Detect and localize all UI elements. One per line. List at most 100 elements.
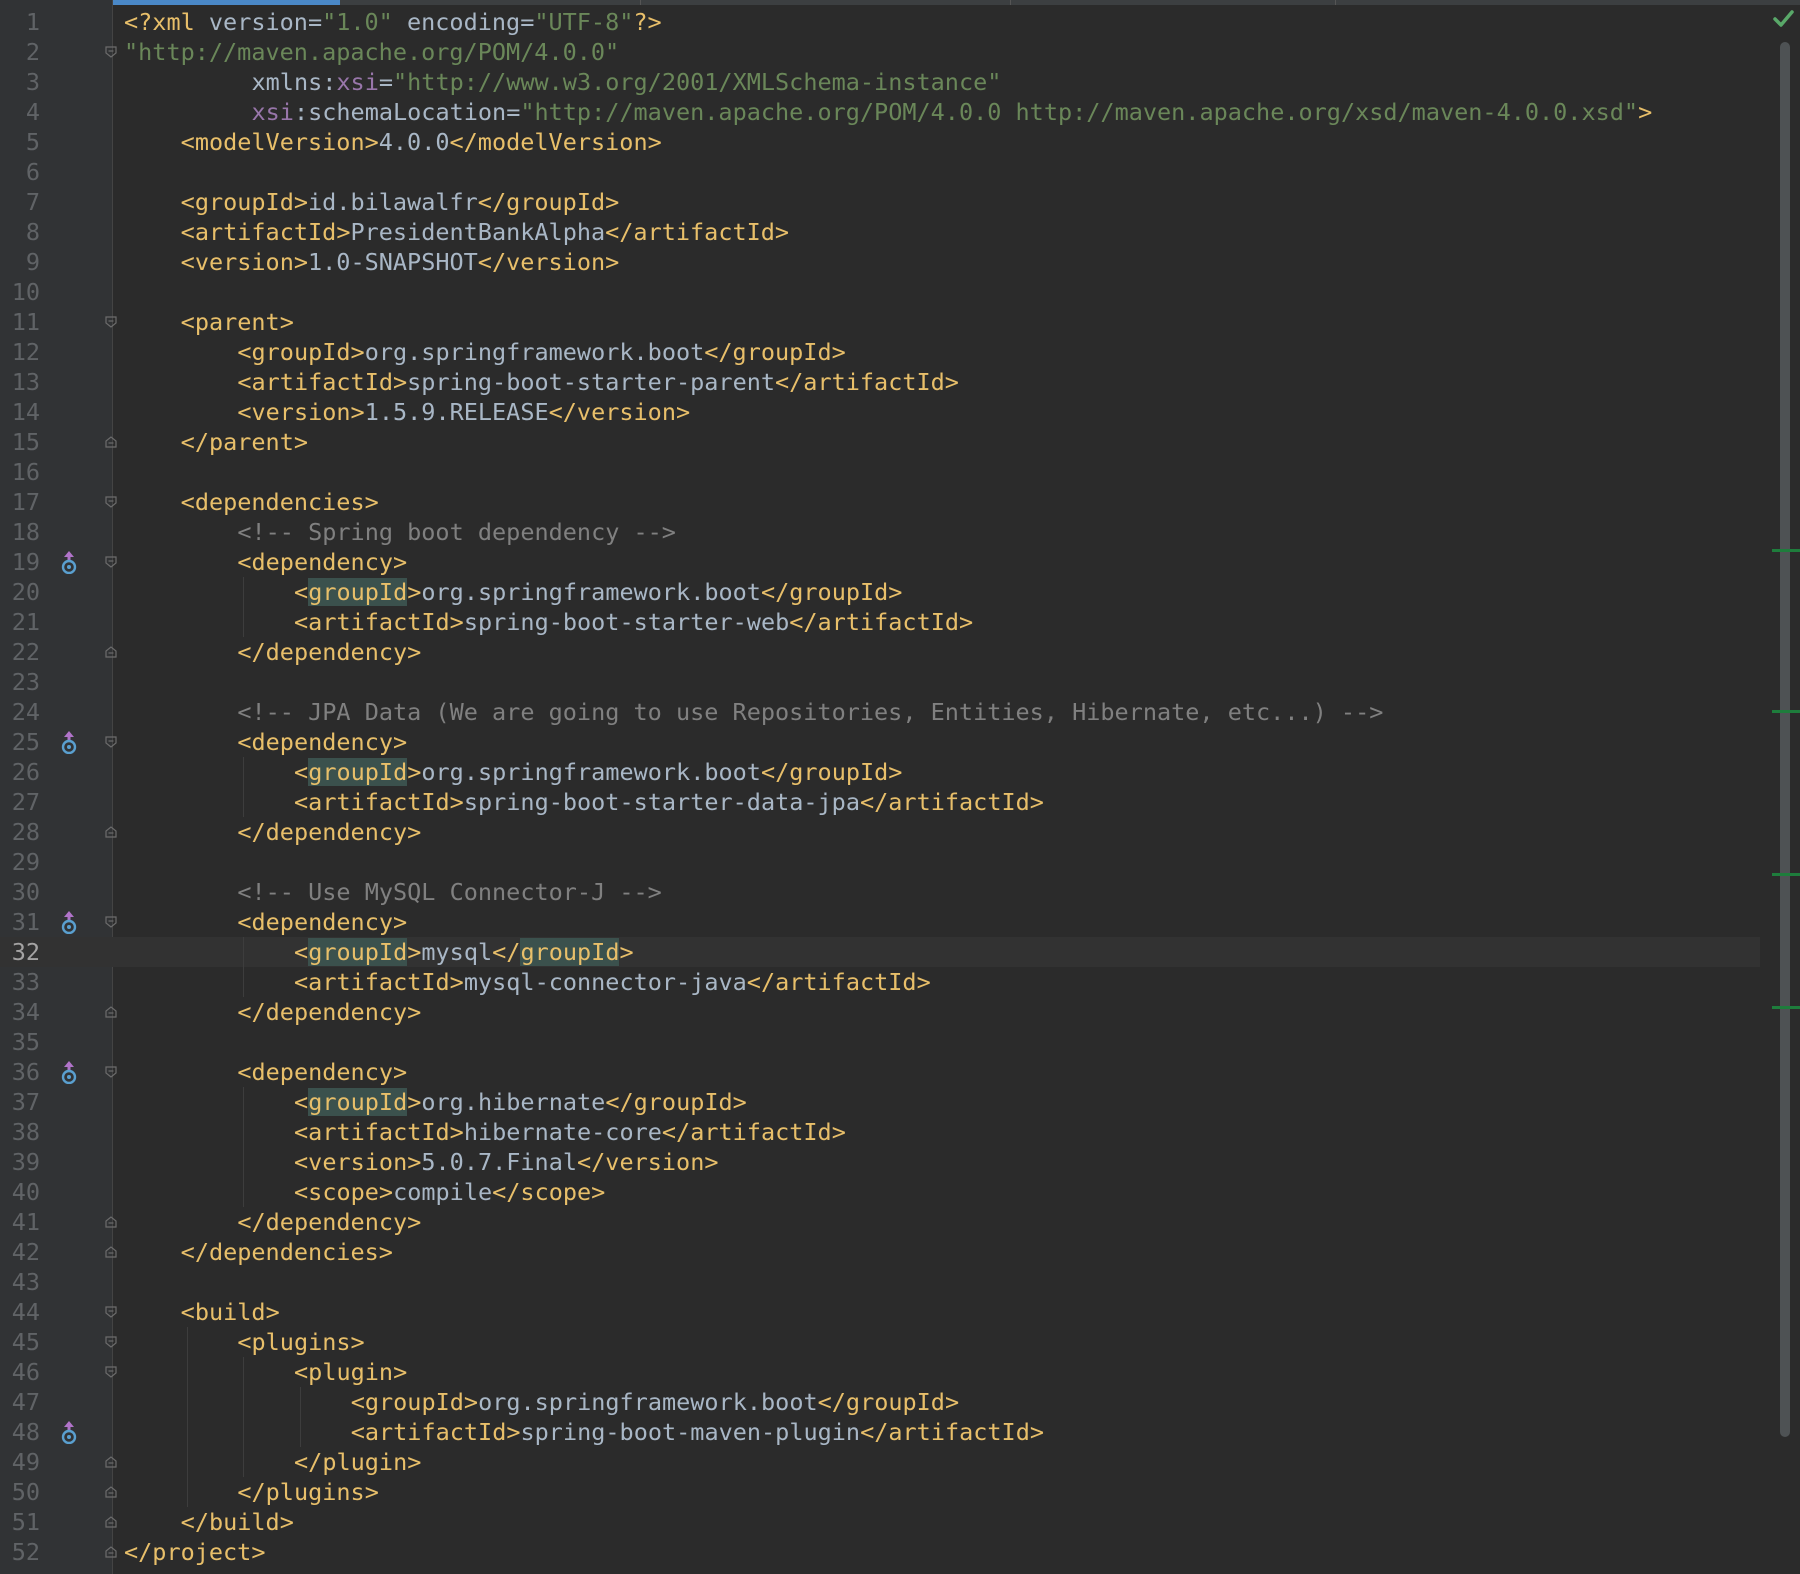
code-text: <groupId>org.springframework.boot</group… bbox=[294, 758, 903, 786]
code-line[interactable]: 21 <artifactId>spring-boot-starter-web</a… bbox=[0, 607, 1760, 637]
fold-close-icon[interactable] bbox=[104, 435, 118, 449]
code-line[interactable]: 10 bbox=[0, 277, 1760, 307]
indent-guide bbox=[243, 757, 245, 817]
code-line[interactable]: 5 <modelVersion>4.0.0</modelVersion> bbox=[0, 127, 1760, 157]
fold-open-icon[interactable] bbox=[104, 555, 118, 569]
code-line[interactable]: 44 <build> bbox=[0, 1297, 1760, 1327]
code-line[interactable]: 7 <groupId>id.bilawalfr</groupId> bbox=[0, 187, 1760, 217]
code-line[interactable]: 49 </plugin> bbox=[0, 1447, 1760, 1477]
code-line[interactable]: 40 <scope>compile</scope> bbox=[0, 1177, 1760, 1207]
code-line[interactable]: 38 <artifactId>hibernate-core</artifactId… bbox=[0, 1117, 1760, 1147]
code-line[interactable]: 20 <groupId>org.springframework.boot</gro… bbox=[0, 577, 1760, 607]
fold-close-icon[interactable] bbox=[104, 1245, 118, 1259]
code-line[interactable]: 32 <groupId>mysql</groupId> bbox=[0, 937, 1760, 967]
fold-close-icon[interactable] bbox=[104, 1485, 118, 1499]
code-line[interactable]: 52 </project> bbox=[0, 1537, 1760, 1567]
code-line[interactable]: 39 <version>5.0.7.Final</version> bbox=[0, 1147, 1760, 1177]
change-marker[interactable] bbox=[1772, 873, 1800, 876]
fold-open-icon[interactable] bbox=[104, 735, 118, 749]
code-line[interactable]: 34 </dependency> bbox=[0, 997, 1760, 1027]
code-line[interactable]: 46 <plugin> bbox=[0, 1357, 1760, 1387]
fold-open-icon[interactable] bbox=[104, 1335, 118, 1349]
fold-open-icon[interactable] bbox=[104, 915, 118, 929]
fold-close-icon[interactable] bbox=[104, 1545, 118, 1559]
code-line[interactable]: 29 bbox=[0, 847, 1760, 877]
code-line[interactable]: 31 <dependency> bbox=[0, 907, 1760, 937]
code-line[interactable]: 51 </build> bbox=[0, 1507, 1760, 1537]
code-line[interactable]: 27 <artifactId>spring-boot-starter-data-j… bbox=[0, 787, 1760, 817]
code-line[interactable]: 19 <dependency> bbox=[0, 547, 1760, 577]
code-line[interactable]: 50 </plugins> bbox=[0, 1477, 1760, 1507]
code-line[interactable]: 3 xmlns:xsi="http://www.w3.org/2001/XMLSc… bbox=[0, 67, 1760, 97]
code-line[interactable]: 30 <!-- Use MySQL Connector-J --> bbox=[0, 877, 1760, 907]
code-line[interactable]: 47 <groupId>org.springframework.boot</gro… bbox=[0, 1387, 1760, 1417]
check-icon[interactable] bbox=[1772, 8, 1794, 30]
line-number: 39 bbox=[11, 1148, 40, 1176]
code-line[interactable]: 23 bbox=[0, 667, 1760, 697]
line-number: 23 bbox=[11, 668, 40, 696]
fold-close-icon[interactable] bbox=[104, 1215, 118, 1229]
change-marker[interactable] bbox=[1772, 1006, 1800, 1009]
code-text: <groupId>org.springframework.boot</group… bbox=[350, 1388, 960, 1416]
code-line[interactable]: 11 <parent> bbox=[0, 307, 1760, 337]
line-number: 41 bbox=[11, 1208, 40, 1236]
code-line[interactable]: 43 bbox=[0, 1267, 1760, 1297]
change-marker[interactable] bbox=[1772, 710, 1800, 713]
fold-close-icon[interactable] bbox=[104, 645, 118, 659]
code-line[interactable]: 1 <?xml version="1.0" encoding="UTF-8"?> bbox=[0, 7, 1760, 37]
maven-dependency-icon[interactable] bbox=[58, 1060, 80, 1084]
maven-dependency-icon[interactable] bbox=[58, 1420, 80, 1444]
code-line[interactable]: 25 <dependency> bbox=[0, 727, 1760, 757]
line-number: 9 bbox=[25, 248, 40, 276]
scrollbar-thumb[interactable] bbox=[1780, 42, 1790, 1437]
code-line[interactable]: 48 <artifactId>spring-boot-maven-plugin</… bbox=[0, 1417, 1760, 1447]
fold-open-icon[interactable] bbox=[104, 45, 118, 59]
code-line[interactable]: 8 <artifactId>PresidentBankAlpha</artifac… bbox=[0, 217, 1760, 247]
code-text: </plugin> bbox=[294, 1448, 422, 1476]
code-line[interactable]: 13 <artifactId>spring-boot-starter-parent… bbox=[0, 367, 1760, 397]
code-line[interactable]: 45 <plugins> bbox=[0, 1327, 1760, 1357]
maven-dependency-icon[interactable] bbox=[58, 730, 80, 754]
change-marker[interactable] bbox=[1772, 549, 1800, 552]
fold-open-icon[interactable] bbox=[104, 495, 118, 509]
code-text: </dependency> bbox=[237, 1208, 422, 1236]
code-line[interactable]: 42 </dependencies> bbox=[0, 1237, 1760, 1267]
code-line[interactable]: 14 <version>1.5.9.RELEASE</version> bbox=[0, 397, 1760, 427]
code-line[interactable]: 26 <groupId>org.springframework.boot</gro… bbox=[0, 757, 1760, 787]
code-line[interactable]: 2 "http://maven.apache.org/POM/4.0.0" bbox=[0, 37, 1760, 67]
code-line[interactable]: 28 </dependency> bbox=[0, 817, 1760, 847]
code-line[interactable]: 12 <groupId>org.springframework.boot</gro… bbox=[0, 337, 1760, 367]
line-number: 32 bbox=[11, 938, 40, 966]
code-text: <build> bbox=[180, 1298, 280, 1326]
code-line[interactable]: 9 <version>1.0-SNAPSHOT</version> bbox=[0, 247, 1760, 277]
code-editor[interactable]: 1 <?xml version="1.0" encoding="UTF-8"?> 2… bbox=[0, 7, 1760, 1567]
code-line[interactable]: 18 <!-- Spring boot dependency --> bbox=[0, 517, 1760, 547]
code-line[interactable]: 4 xsi:schemaLocation="http://maven.apache… bbox=[0, 97, 1760, 127]
fold-open-icon[interactable] bbox=[104, 315, 118, 329]
line-number: 22 bbox=[11, 638, 40, 666]
code-line[interactable]: 37 <groupId>org.hibernate</groupId> bbox=[0, 1087, 1760, 1117]
fold-open-icon[interactable] bbox=[104, 1365, 118, 1379]
code-line[interactable]: 16 bbox=[0, 457, 1760, 487]
code-line[interactable]: 15 </parent> bbox=[0, 427, 1760, 457]
code-line[interactable]: 24 <!-- JPA Data (We are going to use Rep… bbox=[0, 697, 1760, 727]
fold-close-icon[interactable] bbox=[104, 1455, 118, 1469]
code-line[interactable]: 36 <dependency> bbox=[0, 1057, 1760, 1087]
code-line[interactable]: 41 </dependency> bbox=[0, 1207, 1760, 1237]
code-text: <artifactId>PresidentBankAlpha</artifact… bbox=[180, 218, 790, 246]
maven-dependency-icon[interactable] bbox=[58, 910, 80, 934]
fold-open-icon[interactable] bbox=[104, 1065, 118, 1079]
fold-close-icon[interactable] bbox=[104, 825, 118, 839]
code-text: </build> bbox=[180, 1508, 294, 1536]
code-line[interactable]: 22 </dependency> bbox=[0, 637, 1760, 667]
fold-close-icon[interactable] bbox=[104, 1515, 118, 1529]
editor-tab-strip[interactable] bbox=[0, 0, 1800, 5]
code-line[interactable]: 6 bbox=[0, 157, 1760, 187]
code-line[interactable]: 35 bbox=[0, 1027, 1760, 1057]
fold-close-icon[interactable] bbox=[104, 1005, 118, 1019]
maven-dependency-icon[interactable] bbox=[58, 550, 80, 574]
code-line[interactable]: 17 <dependencies> bbox=[0, 487, 1760, 517]
fold-open-icon[interactable] bbox=[104, 1305, 118, 1319]
line-number: 34 bbox=[11, 998, 40, 1026]
code-line[interactable]: 33 <artifactId>mysql-connector-java</arti… bbox=[0, 967, 1760, 997]
